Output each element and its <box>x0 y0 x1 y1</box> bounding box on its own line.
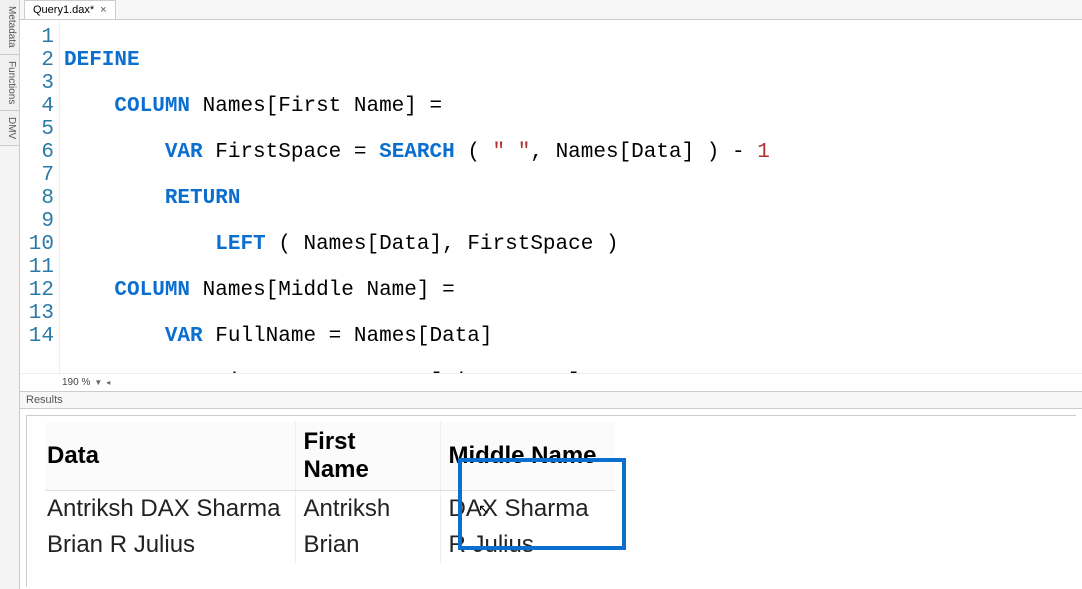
var: FullName <box>215 325 316 348</box>
col-ref: Names[Data] <box>354 325 493 348</box>
results-grid-wrap: Data First Name Middle Name Antriksh DAX… <box>26 415 1076 587</box>
line-number: 11 <box>20 256 54 279</box>
code-editor[interactable]: 1 2 3 4 5 6 7 8 9 10 11 12 13 14 DEFINE … <box>20 20 1082 373</box>
close-icon[interactable]: × <box>100 5 106 16</box>
chevron-left-icon[interactable]: ◂ <box>106 378 110 387</box>
file-tab-label: Query1.dax* <box>33 4 94 16</box>
line-number: 5 <box>20 118 54 141</box>
side-tab-metadata[interactable]: Metadata <box>0 0 19 55</box>
var: FirstName <box>215 371 328 373</box>
line-number: 7 <box>20 164 54 187</box>
main-area: Query1.dax* × 1 2 3 4 5 6 7 8 9 10 11 12… <box>20 0 1082 589</box>
cell-data: Brian R Julius <box>45 527 295 563</box>
col-ref: Names[Data] <box>556 141 695 164</box>
file-tab-query1[interactable]: Query1.dax* × <box>24 0 116 19</box>
col-ref: Names[Middle Name] <box>203 279 430 302</box>
line-number: 9 <box>20 210 54 233</box>
chevron-down-icon[interactable]: ▼ <box>94 378 102 387</box>
column-header-firstname[interactable]: First Name <box>295 422 440 491</box>
line-number: 12 <box>20 279 54 302</box>
column-header-middlename[interactable]: Middle Name <box>440 422 615 491</box>
var: FirstSpace <box>467 233 593 256</box>
kw-column: COLUMN <box>114 279 190 302</box>
col-ref: Names[First Name] <box>203 95 417 118</box>
line-number: 6 <box>20 141 54 164</box>
kw-var: VAR <box>165 325 203 348</box>
line-number: 14 <box>20 325 54 348</box>
line-number-gutter: 1 2 3 4 5 6 7 8 9 10 11 12 13 14 <box>20 20 60 373</box>
line-number: 4 <box>20 95 54 118</box>
side-tab-dmv[interactable]: DMV <box>0 111 19 146</box>
cell-data: Antriksh DAX Sharma <box>45 491 295 528</box>
kw-define: DEFINE <box>64 49 140 72</box>
side-tab-strip: Metadata Functions DMV <box>0 0 20 589</box>
results-panel: Data First Name Middle Name Antriksh DAX… <box>20 409 1082 589</box>
line-number: 10 <box>20 233 54 256</box>
code-body[interactable]: DEFINE COLUMN Names[First Name] = VAR Fi… <box>60 20 832 373</box>
line-number: 2 <box>20 49 54 72</box>
cell-middle: DAX Sharma <box>440 491 615 528</box>
document-tab-strip: Query1.dax* × <box>20 0 1082 20</box>
line-number: 3 <box>20 72 54 95</box>
kw-var: VAR <box>165 371 203 373</box>
line-number: 13 <box>20 302 54 325</box>
str: " " <box>493 141 531 164</box>
app-root: Metadata Functions DMV Query1.dax* × 1 2… <box>0 0 1082 589</box>
results-panel-header[interactable]: Results <box>20 391 1082 409</box>
cell-first: Antriksh <box>295 491 440 528</box>
column-header-data[interactable]: Data <box>45 422 295 491</box>
kw-column: COLUMN <box>114 95 190 118</box>
kw-return: RETURN <box>165 187 241 210</box>
line-number: 8 <box>20 187 54 210</box>
cell-middle: R Julius <box>440 527 615 563</box>
col-ref: Names[Data] <box>303 233 442 256</box>
fn-left: LEFT <box>215 233 265 256</box>
zoom-value: 190 % <box>62 377 90 388</box>
table-header-row: Data First Name Middle Name <box>45 422 615 491</box>
num: 1 <box>757 141 770 164</box>
cell-first: Brian <box>295 527 440 563</box>
side-tab-functions[interactable]: Functions <box>0 55 19 111</box>
var: FirstSpace <box>215 141 341 164</box>
line-number: 1 <box>20 26 54 49</box>
table-row[interactable]: Antriksh DAX Sharma Antriksh DAX Sharma <box>45 491 615 528</box>
kw-var: VAR <box>165 141 203 164</box>
fn-search: SEARCH <box>379 141 455 164</box>
results-table[interactable]: Data First Name Middle Name Antriksh DAX… <box>45 422 615 563</box>
col-ref: Names[First Name] <box>366 371 580 373</box>
zoom-indicator[interactable]: 190 % ▼ ◂ <box>20 373 1082 391</box>
table-row[interactable]: Brian R Julius Brian R Julius <box>45 527 615 563</box>
